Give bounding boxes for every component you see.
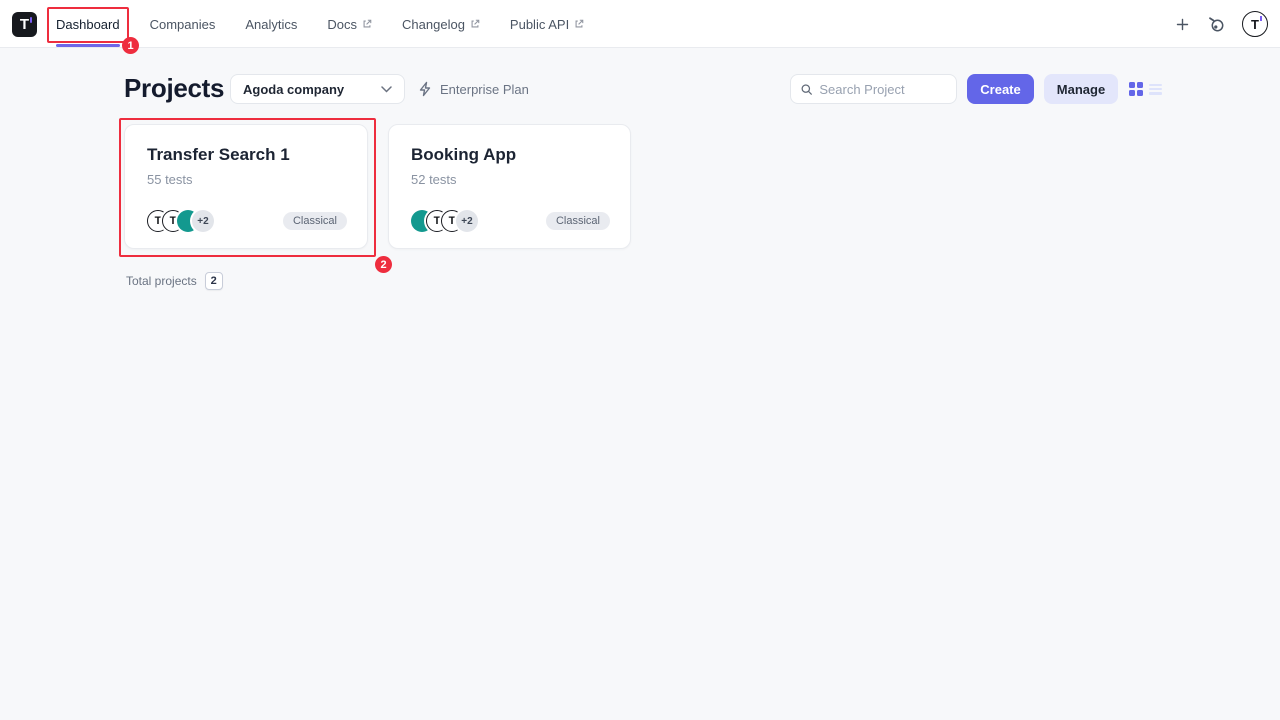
more-members-badge: +2 <box>192 210 214 232</box>
primary-nav: Dashboard 1 Companies Analytics Docs Cha… <box>56 0 584 48</box>
logo-t-glyph: T <box>20 17 29 32</box>
nav-item-companies[interactable]: Companies <box>150 0 216 48</box>
grid-view-icon[interactable] <box>1129 82 1143 96</box>
search-activity-icon[interactable] <box>1207 15 1225 33</box>
project-card-transfer-search-1[interactable]: Transfer Search 1 55 tests T T +2 Classi… <box>124 124 368 249</box>
plan-indicator: Enterprise Plan <box>418 81 529 97</box>
logo-accent-tick <box>30 17 32 23</box>
nav-label: Docs <box>327 17 357 32</box>
project-card-booking-app[interactable]: Booking App 52 tests T T +2 Classical <box>388 124 631 249</box>
company-selector-value: Agoda company <box>243 82 373 97</box>
external-link-icon <box>574 19 584 29</box>
card-footer: T T +2 Classical <box>147 210 347 232</box>
nav-label: Dashboard <box>56 17 120 32</box>
nav-item-analytics[interactable]: Analytics <box>245 0 297 48</box>
nav-item-changelog[interactable]: Changelog <box>402 0 480 48</box>
create-button[interactable]: Create <box>967 74 1034 104</box>
member-avatars: T T +2 <box>147 210 214 232</box>
chevron-down-icon <box>381 86 392 93</box>
project-search[interactable] <box>790 74 957 104</box>
more-members-badge: +2 <box>456 210 478 232</box>
total-projects-row: Total projects 2 <box>126 272 223 290</box>
avatar-accent-tick <box>1260 16 1262 21</box>
view-toggle <box>1129 82 1162 96</box>
total-projects-label: Total projects <box>126 274 197 288</box>
nav-label: Companies <box>150 17 216 32</box>
nav-label: Changelog <box>402 17 465 32</box>
company-selector[interactable]: Agoda company <box>230 74 405 104</box>
nav-label: Analytics <box>245 17 297 32</box>
project-test-count: 55 tests <box>147 172 345 187</box>
add-icon[interactable] <box>1175 17 1190 32</box>
user-avatar[interactable]: T <box>1242 11 1268 37</box>
annotation-step-badge-2: 2 <box>375 256 392 273</box>
navbar: T Dashboard 1 Companies Analytics Docs C… <box>0 0 1280 48</box>
card-footer: T T +2 Classical <box>411 210 610 232</box>
search-input[interactable] <box>819 82 946 97</box>
project-test-count: 52 tests <box>411 172 608 187</box>
navbar-actions: T <box>1175 0 1268 48</box>
app-logo[interactable]: T <box>12 12 37 37</box>
nav-item-dashboard[interactable]: Dashboard 1 <box>56 0 120 48</box>
nav-label: Public API <box>510 17 569 32</box>
total-projects-count: 2 <box>205 272 223 290</box>
list-view-icon[interactable] <box>1149 83 1162 96</box>
nav-item-public-api[interactable]: Public API <box>510 0 584 48</box>
annotation-step-badge-1: 1 <box>122 37 139 54</box>
project-type-badge: Classical <box>283 212 347 230</box>
external-link-icon <box>470 19 480 29</box>
project-type-badge: Classical <box>546 212 610 230</box>
avatar-t-glyph: T <box>1251 18 1259 31</box>
manage-button[interactable]: Manage <box>1044 74 1118 104</box>
page-title: Projects <box>124 73 224 104</box>
plan-label: Enterprise Plan <box>440 82 529 97</box>
lightning-bolt-icon <box>418 81 433 97</box>
member-avatars: T T +2 <box>411 210 478 232</box>
search-icon <box>801 83 812 96</box>
project-name: Transfer Search 1 <box>147 145 345 165</box>
active-tab-underline <box>56 44 120 47</box>
nav-item-docs[interactable]: Docs <box>327 0 372 48</box>
app-screen: T Dashboard 1 Companies Analytics Docs C… <box>0 0 1280 720</box>
project-name: Booking App <box>411 145 608 165</box>
external-link-icon <box>362 19 372 29</box>
